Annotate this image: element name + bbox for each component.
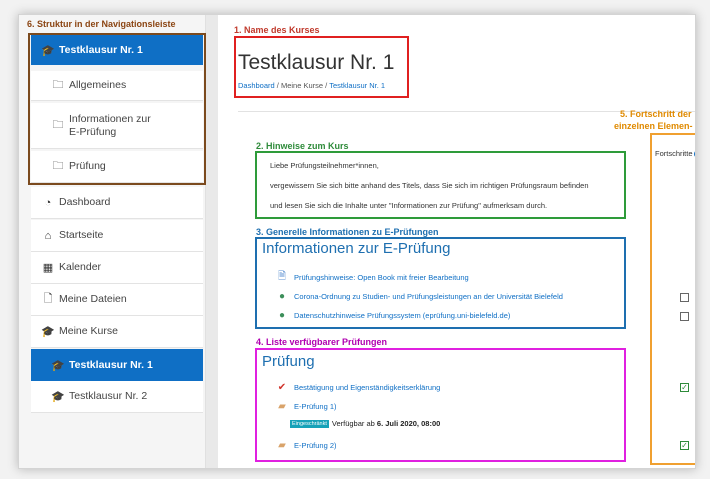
hint-line-1: Liebe Prüfungsteilnehmer*innen, xyxy=(270,161,379,170)
main-content: 1. Name des Kurses Testklausur Nr. 1 Das… xyxy=(218,15,695,468)
breadcrumb-meine-kurse[interactable]: Meine Kurse xyxy=(281,81,323,90)
folder-icon: 🗀 xyxy=(52,79,64,91)
quiz-icon: ▰ xyxy=(278,439,286,451)
section-title-informationen: Informationen zur E-Prüfung xyxy=(262,240,451,257)
completion-checkbox-bestaetigung[interactable]: ✓ xyxy=(680,383,689,392)
activity-corona-ordnung[interactable]: ● Corona-Ordnung zu Studien- und Prüfung… xyxy=(276,290,563,302)
sidebar-item-pruefung[interactable]: 🗀 Prüfung xyxy=(31,151,203,183)
navigation-sidebar: 6. Struktur in der Navigationsleiste 🎓 T… xyxy=(19,15,206,468)
page-icon: 🗎 xyxy=(277,270,287,282)
activity-e-pruefung-1[interactable]: ▰ E-Prüfung 1) xyxy=(276,400,336,412)
annotation-nav-structure: 6. Struktur in der Navigationsleiste xyxy=(27,19,176,29)
activity-pruefungshinweise[interactable]: 🗎 Prüfungshinweise: Open Book mit freier… xyxy=(276,271,469,283)
calendar-icon: ▦ xyxy=(42,262,54,274)
annotation-box-progress xyxy=(650,133,695,465)
help-icon[interactable]: ? xyxy=(693,149,695,158)
activity-bestaetigung[interactable]: ✔ Bestätigung und Eigenständigkeitserklä… xyxy=(276,381,441,393)
sidebar-item-course-testklausur-1[interactable]: 🎓 Testklausur Nr. 1 xyxy=(31,35,203,65)
folder-icon: 🗀 xyxy=(52,160,64,172)
sidebar-item-dashboard[interactable]: ◔ Dashboard xyxy=(31,187,203,219)
annotation-general-info: 3. Generelle Informationen zu E-Prüfunge… xyxy=(256,227,439,237)
page-title: Testklausur Nr. 1 xyxy=(238,51,395,74)
annotation-progress-2: einzelnen Elemen- xyxy=(614,121,693,131)
sidebar-item-informationen[interactable]: 🗀 Informationen zur E-Prüfung xyxy=(31,103,203,149)
hint-line-3: und lesen Sie sich die Inhalte unter "In… xyxy=(270,201,548,210)
sidebar-item-testklausur-2[interactable]: 🎓 Testklausur Nr. 2 xyxy=(31,381,203,413)
completion-checkbox-datenschutz[interactable] xyxy=(680,312,689,321)
hint-line-2: vergewissern Sie sich bitte anhand des T… xyxy=(270,181,589,190)
breadcrumb-dashboard[interactable]: Dashboard xyxy=(238,81,275,90)
annotation-exam-list: 4. Liste verfügbarer Prüfungen xyxy=(256,337,388,347)
completion-checkbox-corona[interactable] xyxy=(680,293,689,302)
screenshot-frame: 6. Struktur in der Navigationsleiste 🎓 T… xyxy=(18,14,696,469)
tachometer-icon: ◔ xyxy=(44,196,52,209)
quiz-icon: ▰ xyxy=(278,400,286,412)
sidebar-item-testklausur-1[interactable]: 🎓 Testklausur Nr. 1 xyxy=(31,349,203,381)
annotation-progress-1: 5. Fortschritt der xyxy=(620,109,692,119)
activity-datenschutzhinweise[interactable]: ● Datenschutzhinweise Prüfungssystem (ep… xyxy=(276,309,510,321)
folder-icon: 🗀 xyxy=(52,119,64,131)
sidebar-item-meine-dateien[interactable]: 🗋 Meine Dateien xyxy=(31,284,203,316)
graduation-cap-icon: 🎓 xyxy=(41,44,55,57)
breadcrumb: Dashboard / Meine Kurse / Testklausur Nr… xyxy=(238,81,385,90)
sidebar-item-startseite[interactable]: ⌂ Startseite xyxy=(31,220,203,252)
sidebar-item-meine-kurse[interactable]: 🎓 Meine Kurse xyxy=(31,316,203,348)
activity-e-pruefung-2[interactable]: ▰ E-Prüfung 2) xyxy=(276,439,336,451)
progress-header: Fortschritte ? xyxy=(655,149,695,158)
graduation-cap-icon: 🎓 xyxy=(41,326,55,338)
section-title-pruefung: Prüfung xyxy=(262,353,315,370)
graduation-cap-icon: 🎓 xyxy=(51,359,65,372)
url-globe-icon: ● xyxy=(278,309,286,321)
completion-checkbox-e-pruefung-2[interactable]: ✓ xyxy=(680,441,689,450)
graduation-cap-icon: 🎓 xyxy=(51,391,65,403)
restriction-badge: Eingeschränkt xyxy=(290,419,329,428)
sidebar-item-kalender[interactable]: ▦ Kalender xyxy=(31,252,203,284)
home-icon: ⌂ xyxy=(44,229,52,242)
restriction-info: Eingeschränkt Verfügbar ab 6. Juli 2020,… xyxy=(290,419,441,428)
annotation-hints: 2. Hinweise zum Kurs xyxy=(256,141,349,151)
sidebar-item-allgemeines[interactable]: 🗀 Allgemeines xyxy=(31,71,203,101)
annotation-course-name: 1. Name des Kurses xyxy=(234,25,320,35)
breadcrumb-current-course[interactable]: Testklausur Nr. 1 xyxy=(329,81,385,90)
checkmark-icon: ✔ xyxy=(277,381,287,393)
url-globe-icon: ● xyxy=(278,290,286,302)
file-icon: 🗋 xyxy=(43,293,53,305)
